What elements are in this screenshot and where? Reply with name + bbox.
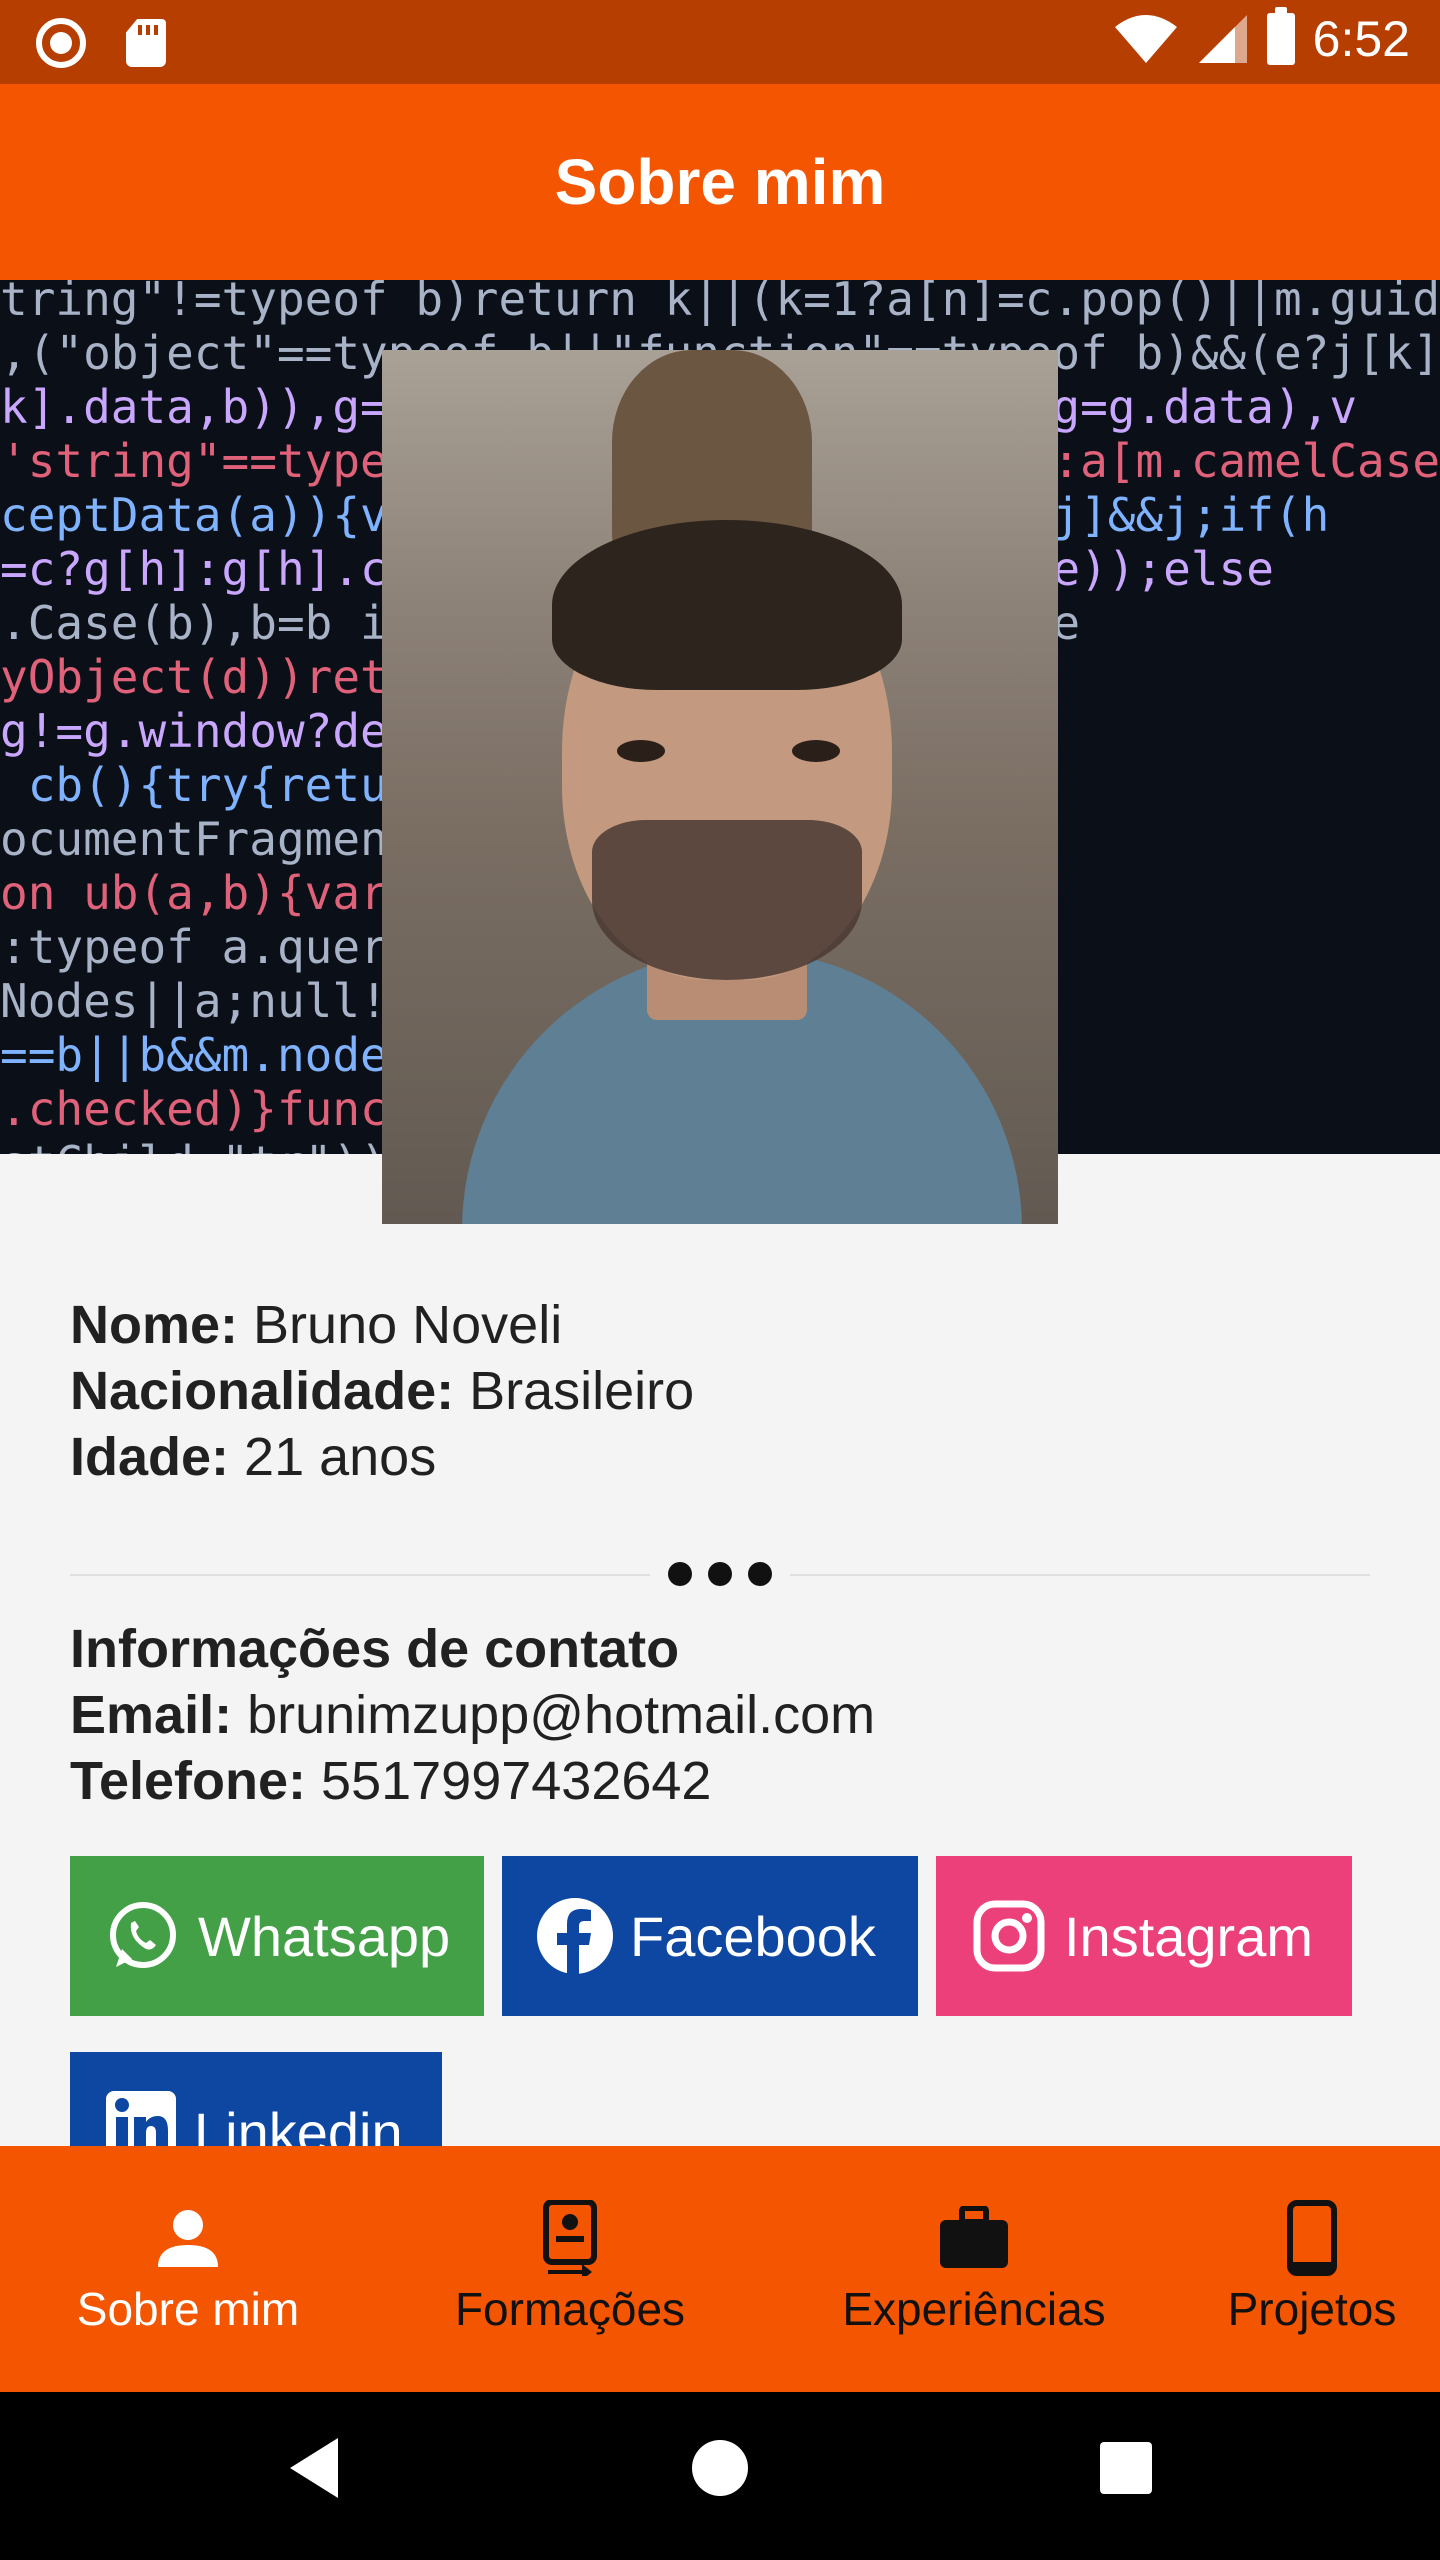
name-value: Bruno Noveli (253, 1295, 563, 1355)
instagram-icon (970, 1897, 1048, 1975)
facebook-icon (536, 1897, 614, 1975)
status-right-icons: 6:52 (1113, 7, 1410, 68)
nationality-row: Nacionalidade: Brasileiro (70, 1358, 1370, 1424)
status-left-icons (36, 18, 166, 68)
nav-item-projetos[interactable]: Projetos (1184, 2146, 1440, 2392)
nav-item-sobre-mim[interactable]: Sobre mim (0, 2146, 376, 2392)
linkedin-icon (104, 2089, 178, 2146)
content-scroll[interactable]: tring"!=typeof b)return k||(k=1?a[n]=c.p… (0, 280, 1440, 2146)
bottom-navigation: Sobre mim Formações Experiências Projeto… (0, 2146, 1440, 2392)
whatsapp-button[interactable]: Whatsapp (70, 1856, 484, 2016)
social-buttons: Whatsapp Facebook Instagram (70, 1856, 1352, 2016)
phone-label: Telefone: (70, 1751, 307, 1811)
nav-label-sobre-mim: Sobre mim (76, 2283, 300, 2335)
nav-label-projetos: Projetos (1227, 2283, 1397, 2335)
person-icon (152, 2202, 224, 2274)
code-line: tring"!=typeof b)return k||(k=1?a[n]=c.p… (0, 280, 1440, 326)
age-label: Idade: (70, 1427, 230, 1487)
name-label: Nome: (70, 1295, 239, 1355)
linkedin-label: Linkedin (194, 2100, 403, 2147)
app-bar: Sobre mim (0, 84, 1440, 280)
nav-item-experiencias[interactable]: Experiências (764, 2146, 1184, 2392)
profile-photo (382, 350, 1058, 1224)
record-icon (36, 18, 86, 68)
system-navigation-bar (0, 2392, 1440, 2560)
phone-device-icon (1276, 2200, 1348, 2276)
profile-info: Nome: Bruno Noveli Nacionalidade: Brasil… (70, 1292, 1370, 1490)
facebook-label: Facebook (630, 1904, 876, 1968)
battery-icon (1266, 7, 1295, 65)
badge-icon (534, 2200, 606, 2276)
briefcase-icon (938, 2202, 1010, 2274)
email-row: Email: brunimzupp@hotmail.com (70, 1682, 1370, 1748)
back-icon[interactable] (288, 2436, 340, 2500)
signal-icon (1198, 15, 1247, 63)
home-icon[interactable] (692, 2440, 748, 2496)
more-dots-icon (650, 1554, 790, 1594)
email-value: brunimzupp@hotmail.com (247, 1685, 876, 1745)
instagram-label: Instagram (1064, 1904, 1313, 1968)
linkedin-button[interactable]: Linkedin (70, 2052, 442, 2146)
recent-apps-icon[interactable] (1100, 2442, 1152, 2494)
nav-label-formacoes: Formações (454, 2283, 686, 2335)
page-title: Sobre mim (554, 146, 886, 218)
nav-label-experiencias: Experiências (842, 2283, 1106, 2335)
phone-value: 5517997432642 (321, 1751, 712, 1811)
nav-item-formacoes[interactable]: Formações (376, 2146, 764, 2392)
wifi-icon (1114, 15, 1177, 63)
instagram-button[interactable]: Instagram (936, 1856, 1352, 2016)
age-row: Idade: 21 anos (70, 1424, 1370, 1490)
section-divider (70, 1554, 1370, 1594)
name-row: Nome: Bruno Noveli (70, 1292, 1370, 1358)
nationality-label: Nacionalidade: (70, 1361, 455, 1421)
contact-heading: Informações de contato (70, 1619, 680, 1679)
email-label: Email: (70, 1685, 233, 1745)
status-time: 6:52 (1312, 11, 1410, 67)
status-bar: 6:52 (0, 0, 1440, 84)
phone-row: Telefone: 5517997432642 (70, 1748, 1370, 1814)
nationality-value: Brasileiro (469, 1361, 695, 1421)
sd-card-icon (126, 19, 166, 67)
contact-info: Informações de contato Email: brunimzupp… (70, 1616, 1370, 1814)
whatsapp-label: Whatsapp (198, 1904, 451, 1968)
facebook-button[interactable]: Facebook (502, 1856, 918, 2016)
whatsapp-icon (104, 1897, 182, 1975)
age-value: 21 anos (244, 1427, 437, 1487)
